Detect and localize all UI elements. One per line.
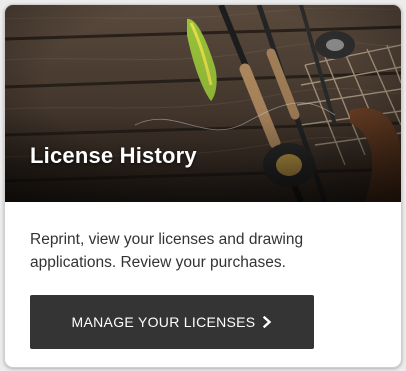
chevron-right-icon [263, 316, 272, 328]
hero-image: License History [5, 5, 401, 202]
card-description: Reprint, view your licenses and drawing … [30, 231, 304, 271]
manage-licenses-button[interactable]: MANAGE YOUR LICENSES [30, 295, 314, 349]
fishing-gear-illustration [5, 5, 401, 202]
manage-licenses-button-label: MANAGE YOUR LICENSES [71, 314, 256, 330]
card-title: License History [30, 143, 197, 168]
license-history-card: License History Reprint, view your licen… [4, 4, 402, 368]
